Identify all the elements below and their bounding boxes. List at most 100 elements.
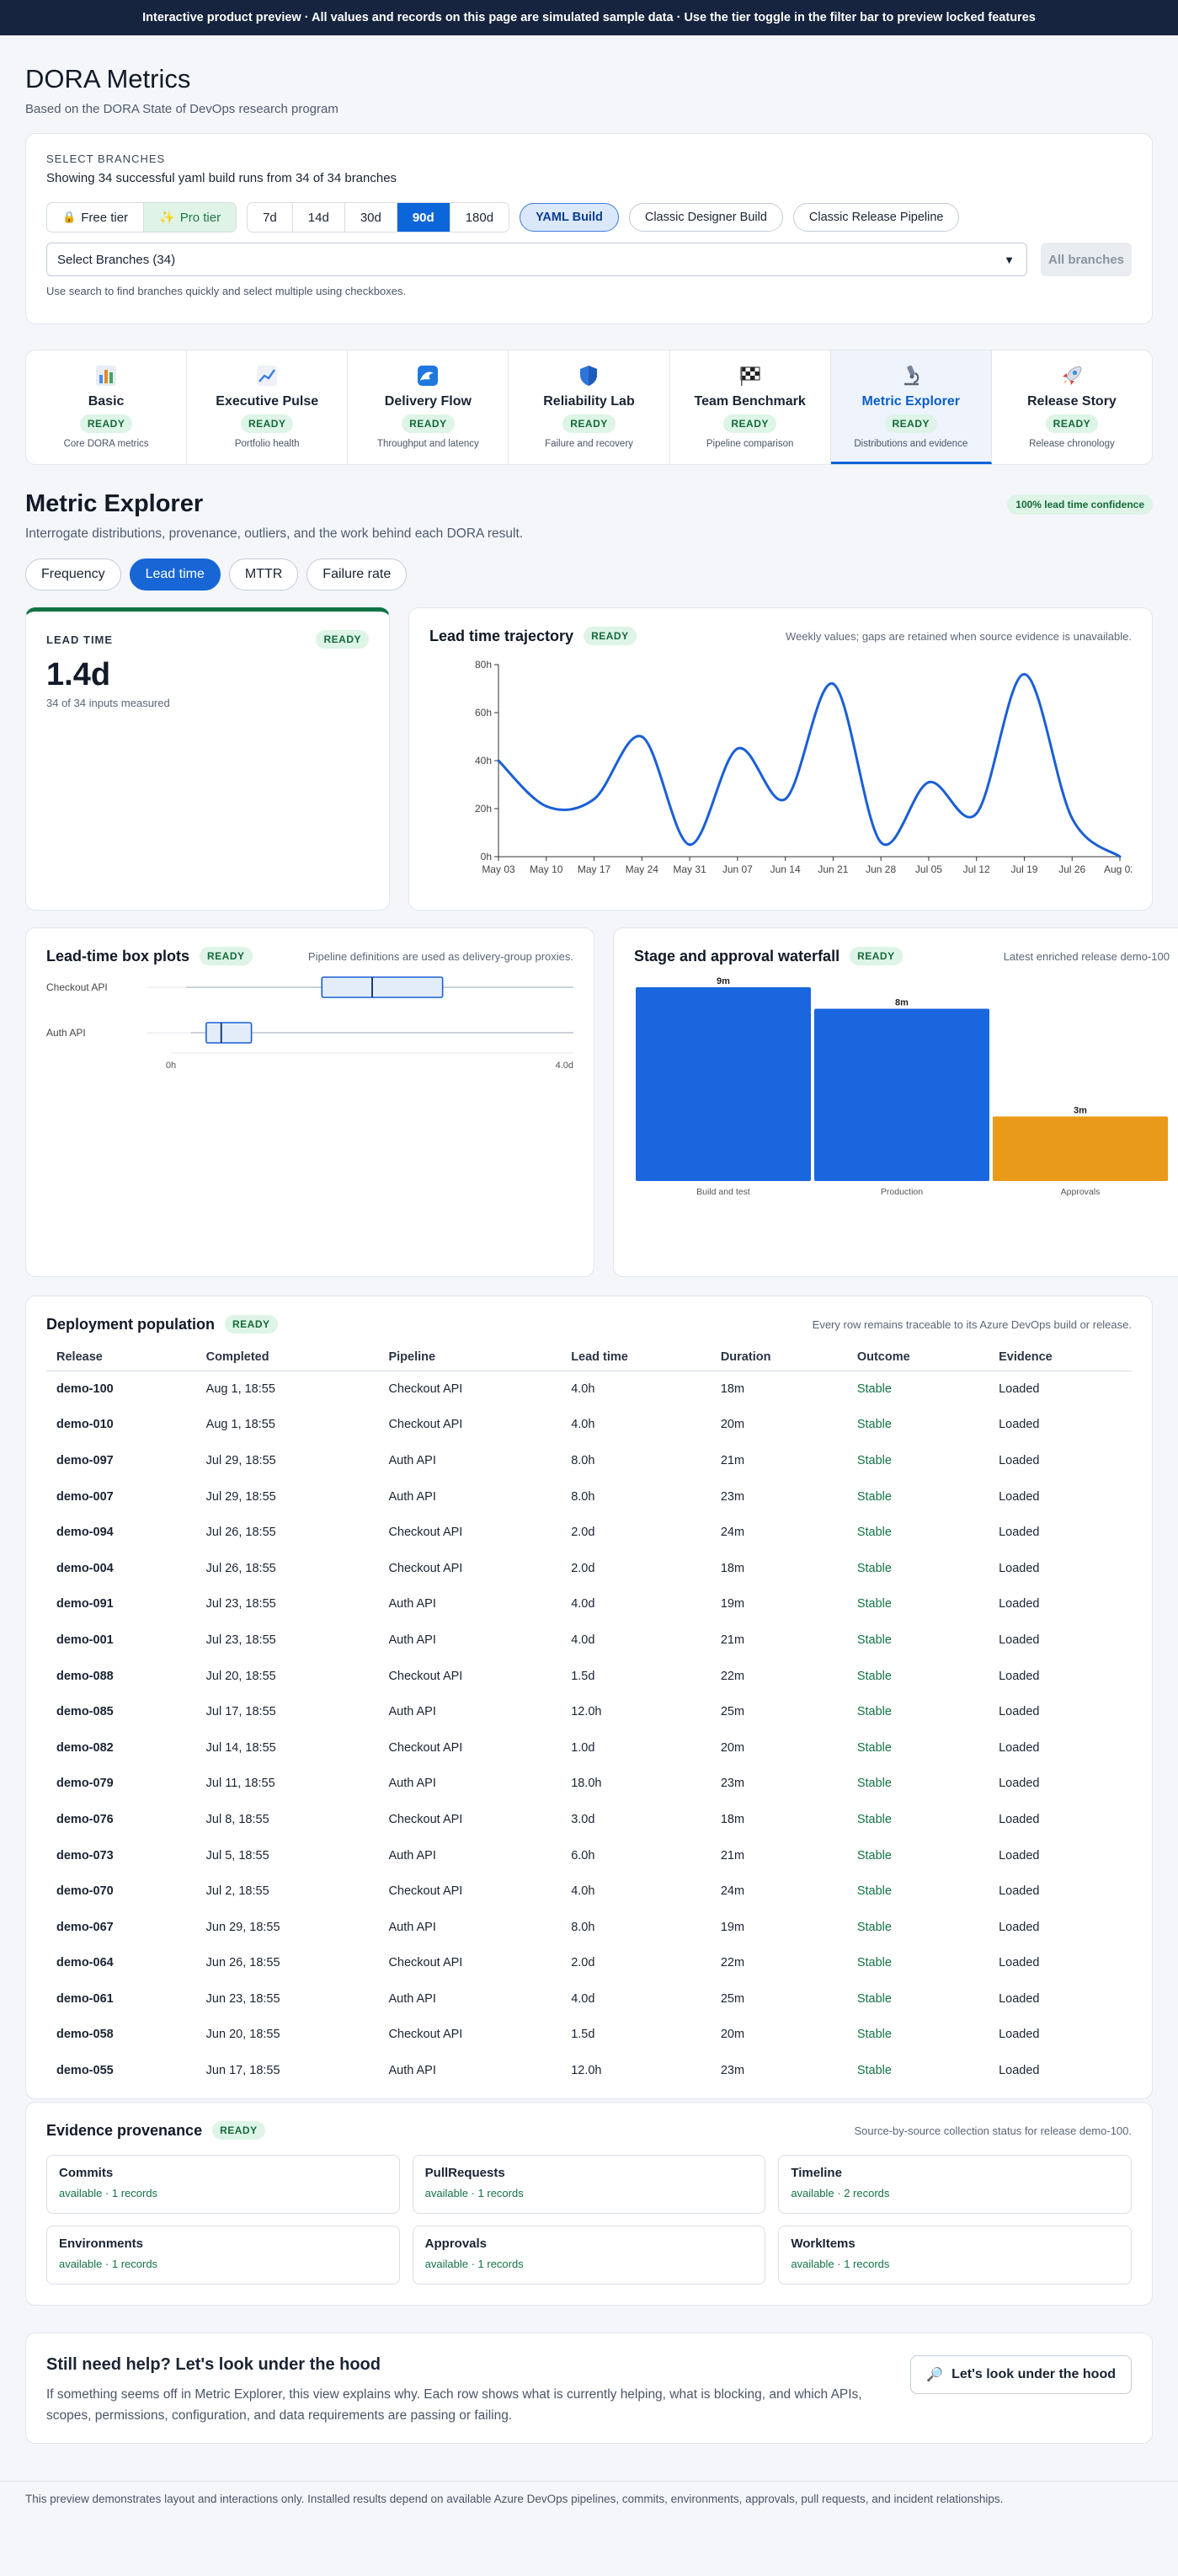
evidence-cell: Loaded xyxy=(999,2028,1040,2042)
view-basic[interactable]: Basic READY Core DORA metrics xyxy=(26,350,188,464)
tab-frequency[interactable]: Frequency xyxy=(25,558,121,591)
panel-note: Latest enriched release demo-100 xyxy=(1003,949,1170,963)
filter-hint: Use search to find branches quickly and … xyxy=(46,285,407,297)
range-30d[interactable]: 30d xyxy=(345,203,397,232)
table-row[interactable]: demo-088 Jul 20, 18:55 Checkout API 1.5d 22m… xyxy=(46,1658,1132,1694)
column-header: Duration xyxy=(710,1350,847,1371)
shield-icon xyxy=(580,366,598,386)
table-row[interactable]: demo-058 Jun 20, 18:55 Checkout API 1.5d 20m… xyxy=(46,2017,1132,2053)
pipeline-yaml-build[interactable]: YAML Build xyxy=(520,203,619,232)
view-name: Executive Pulse xyxy=(216,394,319,409)
table-row[interactable]: demo-079 Jul 11, 18:55 Auth API 18.0h 23m Sta… xyxy=(46,1766,1132,1802)
lead-time-line-chart: 0h 20h 40h 60h 80h May 03 May 10 May 17 May 24 Ma… xyxy=(475,659,1132,875)
pipeline-cell: Auth API xyxy=(388,1489,436,1504)
box-plot-chart: Checkout API Auth API 0h 4.0d xyxy=(46,976,573,1071)
view-desc: Throughput and latency xyxy=(376,439,479,449)
x-tick-label: Aug 02 xyxy=(1104,863,1132,875)
release-cell: demo-007 xyxy=(56,1489,114,1504)
view-metric-explorer[interactable]: Metric Explorer READY Distributions and … xyxy=(830,350,992,464)
page-title: DORA Metrics xyxy=(25,64,191,94)
table-row[interactable]: demo-076 Jul 8, 18:55 Checkout API 3.0d 18m S… xyxy=(46,1802,1132,1838)
table-row[interactable]: demo-100 Aug 1, 18:55 Checkout API 4.0h 18m S… xyxy=(46,1371,1132,1408)
microscope-icon xyxy=(903,365,919,386)
status-badge: READY xyxy=(1045,414,1099,433)
view-release-story[interactable]: Release Story READY Release chronology xyxy=(992,350,1152,464)
pro-tier-button[interactable]: ✨ Pro tier xyxy=(144,203,237,232)
source-status: available · 1 records xyxy=(59,2187,158,2200)
view-executive-pulse[interactable]: Executive Pulse READY Portfolio health xyxy=(187,350,349,464)
source-name: Approvals xyxy=(424,2237,488,2252)
evidence-cell: Loaded xyxy=(999,1884,1040,1899)
rocket-icon xyxy=(1062,366,1082,385)
all-branches-button[interactable]: All branches xyxy=(1041,243,1132,276)
tab-mttr[interactable]: MTTR xyxy=(228,558,299,591)
evidence-cell: Loaded xyxy=(999,1526,1040,1540)
table-row[interactable]: demo-070 Jul 2, 18:55 Checkout API 4.0h 24m S… xyxy=(46,1873,1132,1910)
table-row[interactable]: demo-004 Jul 26, 18:55 Checkout API 2.0d 18m… xyxy=(46,1550,1132,1586)
table-row[interactable]: demo-055 Jun 17, 18:55 Auth API 12.0h 23m Sta… xyxy=(46,2053,1132,2089)
range-14d[interactable]: 14d xyxy=(293,203,345,232)
completed-cell: Jun 26, 18:55 xyxy=(205,1956,280,1970)
evidence-cell: Loaded xyxy=(999,1561,1040,1575)
evidence-cell: Loaded xyxy=(999,1812,1040,1826)
pipeline-cell: Checkout API xyxy=(388,1812,463,1826)
view-desc: Core DORA metrics xyxy=(63,439,149,449)
table-row[interactable]: demo-085 Jul 17, 18:55 Auth API 12.0h 25m Sta… xyxy=(46,1694,1132,1730)
x-tick-label: May 17 xyxy=(578,863,611,875)
view-reliability-lab[interactable]: Reliability Lab READY Failure and recove… xyxy=(509,350,670,464)
magnifier-icon: 🔎 xyxy=(926,2368,944,2383)
evidence-cell: Loaded xyxy=(999,1418,1040,1432)
completed-cell: Jul 14, 18:55 xyxy=(205,1740,276,1755)
lead-time-cell: 4.0d xyxy=(571,1991,595,2006)
pipeline-cell: Checkout API xyxy=(388,1382,463,1397)
under-the-hood-button[interactable]: 🔎 Let's look under the hood xyxy=(910,2355,1132,2395)
evidence-source-workitems: WorkItems available · 1 records xyxy=(778,2226,1132,2285)
range-90d[interactable]: 90d xyxy=(397,203,450,232)
table-row[interactable]: demo-064 Jun 26, 18:55 Checkout API 2.0d 22m… xyxy=(46,1945,1132,1981)
duration-cell: 20m xyxy=(720,1418,745,1432)
table-row[interactable]: demo-082 Jul 14, 18:55 Checkout API 1.0d 20m… xyxy=(46,1729,1132,1766)
data-point xyxy=(831,682,834,686)
outcome-cell: Stable xyxy=(856,1991,892,2006)
table-row[interactable]: demo-091 Jul 23, 18:55 Auth API 4.0d 19m Stab… xyxy=(46,1586,1132,1622)
duration-cell: 22m xyxy=(720,1669,745,1683)
release-cell: demo-067 xyxy=(56,1920,114,1934)
release-cell: demo-061 xyxy=(56,1991,114,2006)
table-row[interactable]: demo-097 Jul 29, 18:55 Auth API 8.0h 21m Stab… xyxy=(46,1443,1132,1479)
panel-note: Pipeline definitions are used as deliver… xyxy=(307,949,573,963)
range-180d[interactable]: 180d xyxy=(450,203,509,232)
evidence-source-approvals: Approvals available · 1 records xyxy=(412,2226,766,2285)
table-row[interactable]: demo-073 Jul 5, 18:55 Auth API 6.0h 21m Stabl… xyxy=(46,1837,1132,1873)
table-row[interactable]: demo-001 Jul 23, 18:55 Auth API 4.0d 21m Stab… xyxy=(46,1622,1132,1659)
evidence-source-commits: Commits available · 1 records xyxy=(46,2155,400,2215)
completed-cell: Jul 11, 18:55 xyxy=(205,1777,275,1791)
outcome-cell: Stable xyxy=(856,1920,892,1934)
waterfall-bar xyxy=(993,1116,1168,1181)
view-team-benchmark[interactable]: Team Benchmark READY Pipeline comparison xyxy=(670,350,831,464)
table-row[interactable]: demo-094 Jul 26, 18:55 Checkout API 2.0d 24m… xyxy=(46,1515,1132,1551)
source-status: available · 1 records xyxy=(424,2187,524,2200)
table-row[interactable]: demo-067 Jun 29, 18:55 Auth API 8.0h 19m Stab… xyxy=(46,1909,1132,1945)
table-row[interactable]: demo-010 Aug 1, 18:55 Checkout API 4.0h 20m S… xyxy=(46,1407,1132,1443)
caret-down-icon: ▼ xyxy=(1004,253,1015,266)
column-header: Outcome xyxy=(846,1350,989,1371)
pipeline-classic-designer-build[interactable]: Classic Designer Build xyxy=(628,203,783,232)
table-row[interactable]: demo-061 Jun 23, 18:55 Auth API 4.0d 25m Stab… xyxy=(46,1981,1132,2018)
free-tier-button[interactable]: 🔒 Free tier xyxy=(47,203,145,232)
range-7d[interactable]: 7d xyxy=(248,203,293,232)
branch-select[interactable]: Select Branches (34) ▼ xyxy=(46,243,1027,276)
view-delivery-flow[interactable]: Delivery Flow READY Throughput and laten… xyxy=(348,350,509,464)
y-tick-label: 40h xyxy=(475,755,492,767)
data-point xyxy=(640,735,643,738)
kpi-label: LEAD TIME xyxy=(46,633,114,646)
tab-lead-time[interactable]: Lead time xyxy=(129,558,221,591)
release-cell: demo-010 xyxy=(56,1418,114,1432)
table-row[interactable]: demo-007 Jul 29, 18:55 Auth API 8.0h 23m Stab… xyxy=(46,1478,1132,1515)
tab-failure-rate[interactable]: Failure rate xyxy=(306,558,408,591)
outcome-cell: Stable xyxy=(856,1777,892,1791)
x-tick-label: Jul 05 xyxy=(915,863,942,875)
section-title: Metric Explorer xyxy=(25,490,204,517)
pipeline-classic-release[interactable]: Classic Release Pipeline xyxy=(792,203,960,232)
column-header: Completed xyxy=(195,1350,379,1371)
help-title: Still need help? Let's look under the ho… xyxy=(46,2355,381,2375)
